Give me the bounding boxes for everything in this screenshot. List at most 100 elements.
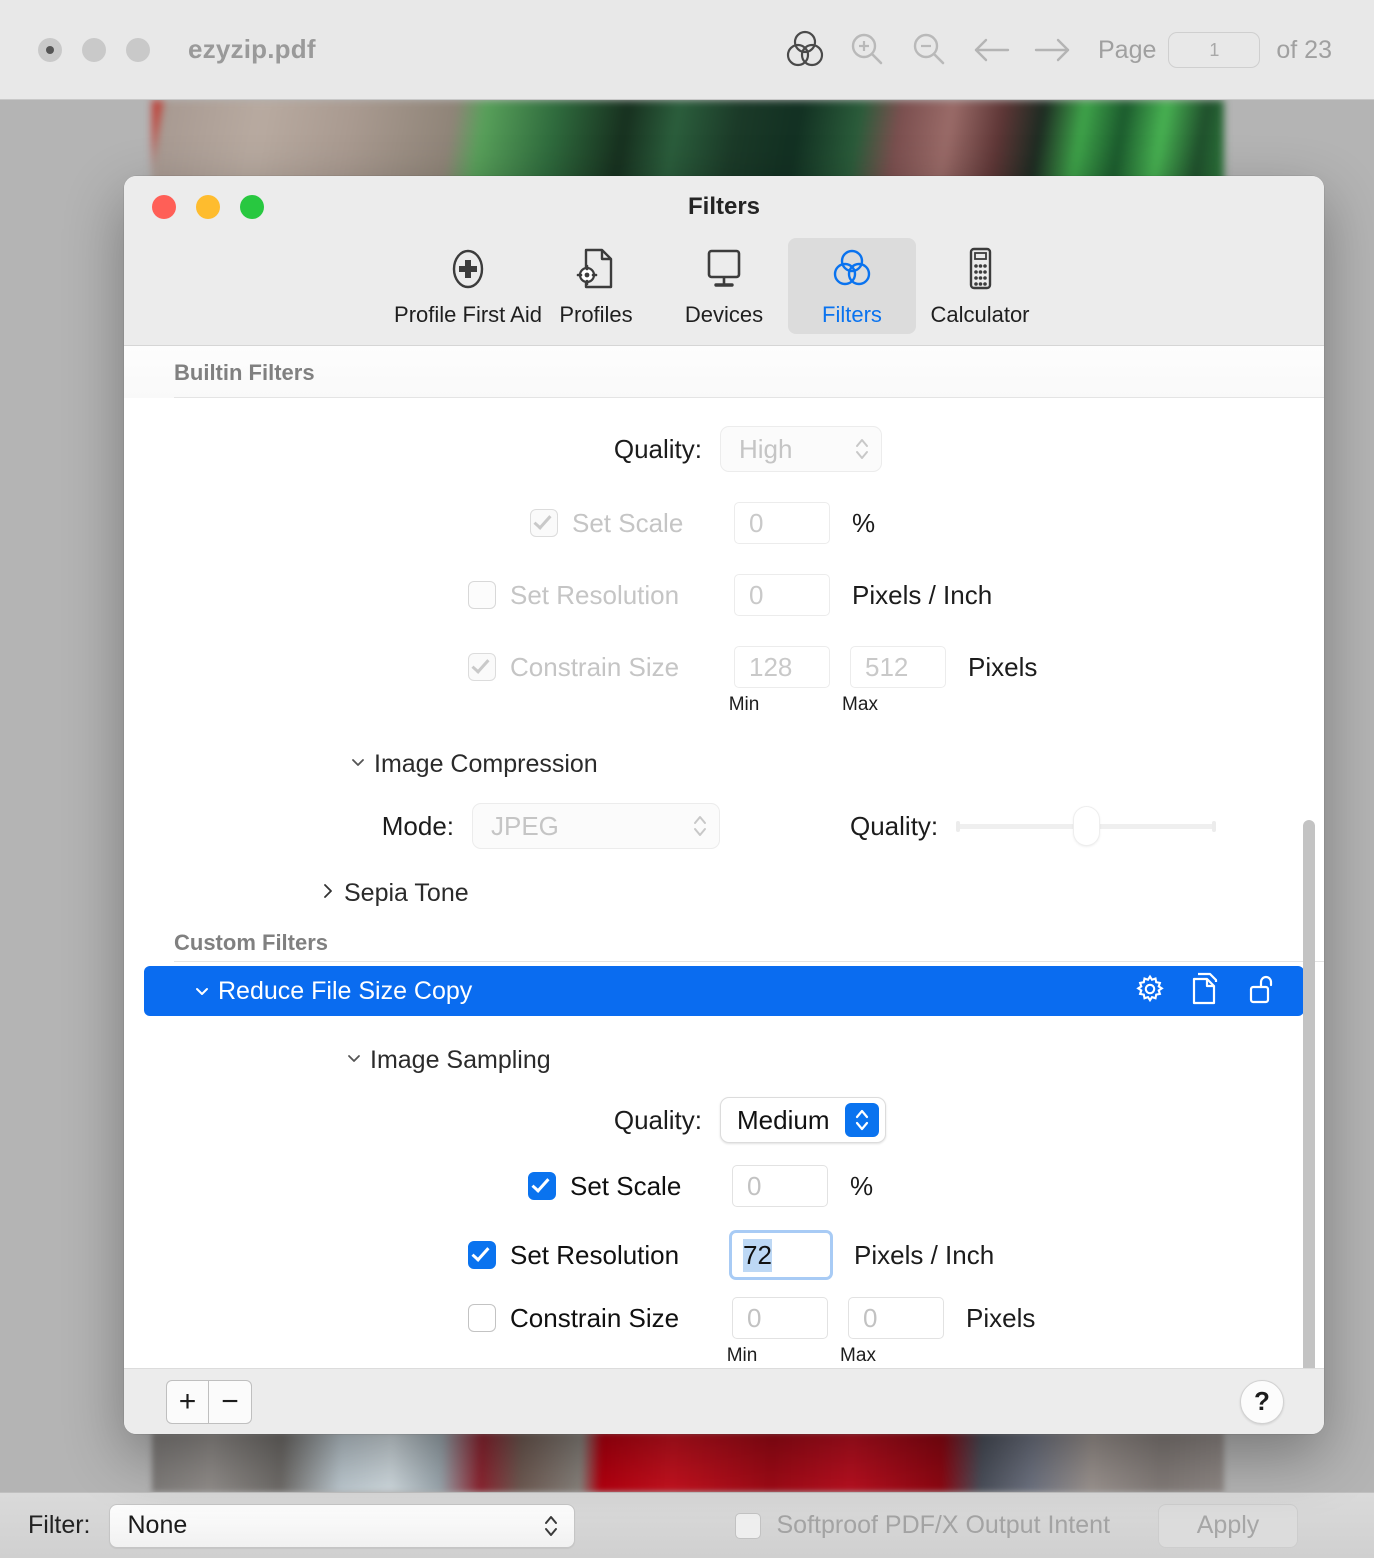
builtin-compression-row: Mode: JPEG Quality: [124, 803, 1324, 849]
custom-constrain-max-input[interactable]: 0 [848, 1297, 944, 1339]
chevron-down-icon-white[interactable] [194, 983, 210, 999]
custom-quality-select[interactable]: Medium [720, 1097, 886, 1143]
window-traffic-lights [38, 38, 150, 62]
custom-constrain-size-label: Constrain Size [510, 1303, 718, 1334]
custom-set-resolution-label: Set Resolution [510, 1240, 718, 1271]
custom-set-resolution-checkbox[interactable] [468, 1241, 496, 1269]
colorsync-icon[interactable] [774, 19, 836, 81]
chevron-updown-icon [845, 1103, 879, 1137]
builtin-set-scale-input[interactable]: 0 [734, 502, 830, 544]
dialog-zoom-button[interactable] [240, 195, 264, 219]
custom-set-scale-input[interactable]: 0 [732, 1165, 828, 1207]
filter-select[interactable]: None [109, 1504, 575, 1548]
pdf-page-image-top [152, 100, 1224, 188]
chevron-updown-icon [691, 813, 709, 839]
sepia-tone-label: Sepia Tone [344, 879, 469, 908]
chevron-updown-icon [853, 436, 871, 462]
custom-constrain-min-input[interactable]: 0 [732, 1297, 828, 1339]
lock-open-icon[interactable] [1248, 971, 1278, 1012]
custom-max-caption: Max [810, 1345, 906, 1367]
custom-constrain-size-checkbox[interactable] [468, 1304, 496, 1332]
zoom-button[interactable] [126, 38, 150, 62]
close-button[interactable] [38, 38, 62, 62]
toolbar-tab-profile-first-aid[interactable]: Profile First Aid [404, 238, 532, 334]
toolbar-tab-calculator[interactable]: Calculator [916, 238, 1044, 334]
filters-dialog-titlebar: Filters [124, 176, 1324, 238]
custom-quality-value: Medium [737, 1105, 829, 1136]
group-header-custom: Custom Filters [124, 908, 1324, 962]
page-label: Page [1098, 36, 1156, 65]
chevron-updown-icon [542, 1513, 560, 1539]
builtin-image-compression-disclosure[interactable]: Image Compression [350, 750, 1324, 779]
dialog-close-button[interactable] [152, 195, 176, 219]
zoom-in-icon[interactable] [836, 19, 898, 81]
chevron-right-icon[interactable] [320, 882, 336, 905]
builtin-quality-select[interactable]: High [720, 426, 882, 472]
filter-select-value: None [128, 1511, 188, 1540]
page-number-input[interactable]: 1 [1168, 32, 1260, 68]
builtin-set-resolution-input[interactable]: 0 [734, 574, 830, 616]
custom-quality-label: Quality: [124, 1105, 702, 1136]
builtin-set-scale-checkbox[interactable] [530, 509, 558, 537]
arrow-left-icon[interactable] [960, 19, 1022, 81]
builtin-set-resolution-label: Set Resolution [510, 580, 720, 611]
builtin-constrain-max-input[interactable]: 512 [850, 646, 946, 688]
help-button[interactable]: ? [1240, 1380, 1284, 1424]
builtin-set-resolution-row: Set Resolution 0 Pixels / Inch [124, 574, 1324, 616]
add-filter-button[interactable]: + [167, 1381, 209, 1423]
custom-set-resolution-input[interactable]: 72 [732, 1233, 830, 1277]
profile-first-aid-icon [444, 242, 492, 294]
custom-set-scale-checkbox[interactable] [528, 1172, 556, 1200]
filter-row-sepia-tone[interactable]: Sepia Tone [320, 879, 1324, 908]
remove-filter-button[interactable]: − [209, 1381, 251, 1423]
minimize-button[interactable] [82, 38, 106, 62]
slider-cap-right [1212, 821, 1216, 832]
toolbar-tab-label: Profiles [559, 302, 632, 328]
builtin-set-scale-row: Set Scale 0 % [124, 502, 1324, 544]
softproof-label: Softproof PDF/X Output Intent [777, 1511, 1111, 1540]
image-sampling-label: Image Sampling [370, 1046, 551, 1075]
scrollbar-thumb[interactable] [1303, 820, 1315, 1368]
builtin-set-resolution-checkbox[interactable] [468, 581, 496, 609]
custom-filter-row-wrap: Reduce File Size Copy [124, 966, 1324, 1022]
toolbar-tab-devices[interactable]: Devices [660, 238, 788, 334]
toolbar-tab-filters[interactable]: Filters [788, 238, 916, 334]
builtin-quality-row: Quality: High [124, 426, 1324, 472]
custom-set-scale-row: Set Scale 0 % [124, 1165, 1324, 1207]
slider-thumb[interactable] [1074, 807, 1099, 845]
chevron-down-icon [350, 754, 366, 775]
builtin-constrain-min-input[interactable]: 128 [734, 646, 830, 688]
builtin-compression-quality-slider[interactable] [956, 821, 1216, 831]
softproof-row[interactable]: Softproof PDF/X Output Intent [735, 1511, 1111, 1540]
filters-dialog-footer: + − ? [124, 1368, 1324, 1434]
filters-dialog: Filters Profile First Aid [124, 176, 1324, 1434]
filter-row-reduce-file-size-copy[interactable]: Reduce File Size Copy [144, 966, 1304, 1016]
builtin-quality-value: High [739, 434, 792, 465]
dialog-minimize-button[interactable] [196, 195, 220, 219]
builtin-percent-unit: % [852, 508, 875, 539]
pdf-window-titlebar: ezyzip.pdf [0, 0, 1374, 100]
builtin-quality-label: Quality: [124, 434, 702, 465]
builtin-minmax-captions: Min Max [124, 694, 1324, 716]
toolbar-tab-profiles[interactable]: Profiles [532, 238, 660, 334]
builtin-constrain-size-checkbox[interactable] [468, 653, 496, 681]
image-sampling-disclosure[interactable]: Image Sampling [346, 1046, 1324, 1075]
builtin-constrain-size-label: Constrain Size [510, 652, 720, 683]
check-icon [471, 1243, 489, 1262]
zoom-out-icon[interactable] [898, 19, 960, 81]
builtin-mode-select[interactable]: JPEG [472, 803, 720, 849]
filters-scrollbar[interactable] [1300, 354, 1318, 1360]
builtin-mode-value: JPEG [491, 811, 559, 842]
softproof-checkbox[interactable] [735, 1513, 761, 1539]
custom-minmax-captions: Min Max [124, 1345, 1324, 1367]
gear-icon[interactable] [1134, 973, 1166, 1010]
check-icon [531, 1174, 549, 1193]
custom-set-resolution-row: Set Resolution 72 Pixels / Inch [124, 1233, 1324, 1277]
arrow-right-icon[interactable] [1022, 19, 1084, 81]
apply-button[interactable]: Apply [1158, 1504, 1298, 1548]
builtin-set-scale-label: Set Scale [572, 508, 720, 539]
profiles-icon [574, 242, 618, 294]
pdf-bottom-bar: Filter: None Softproof PDF/X Output Inte… [0, 1492, 1374, 1558]
duplicate-icon[interactable] [1190, 970, 1224, 1013]
custom-set-resolution-value: 72 [743, 1239, 772, 1272]
